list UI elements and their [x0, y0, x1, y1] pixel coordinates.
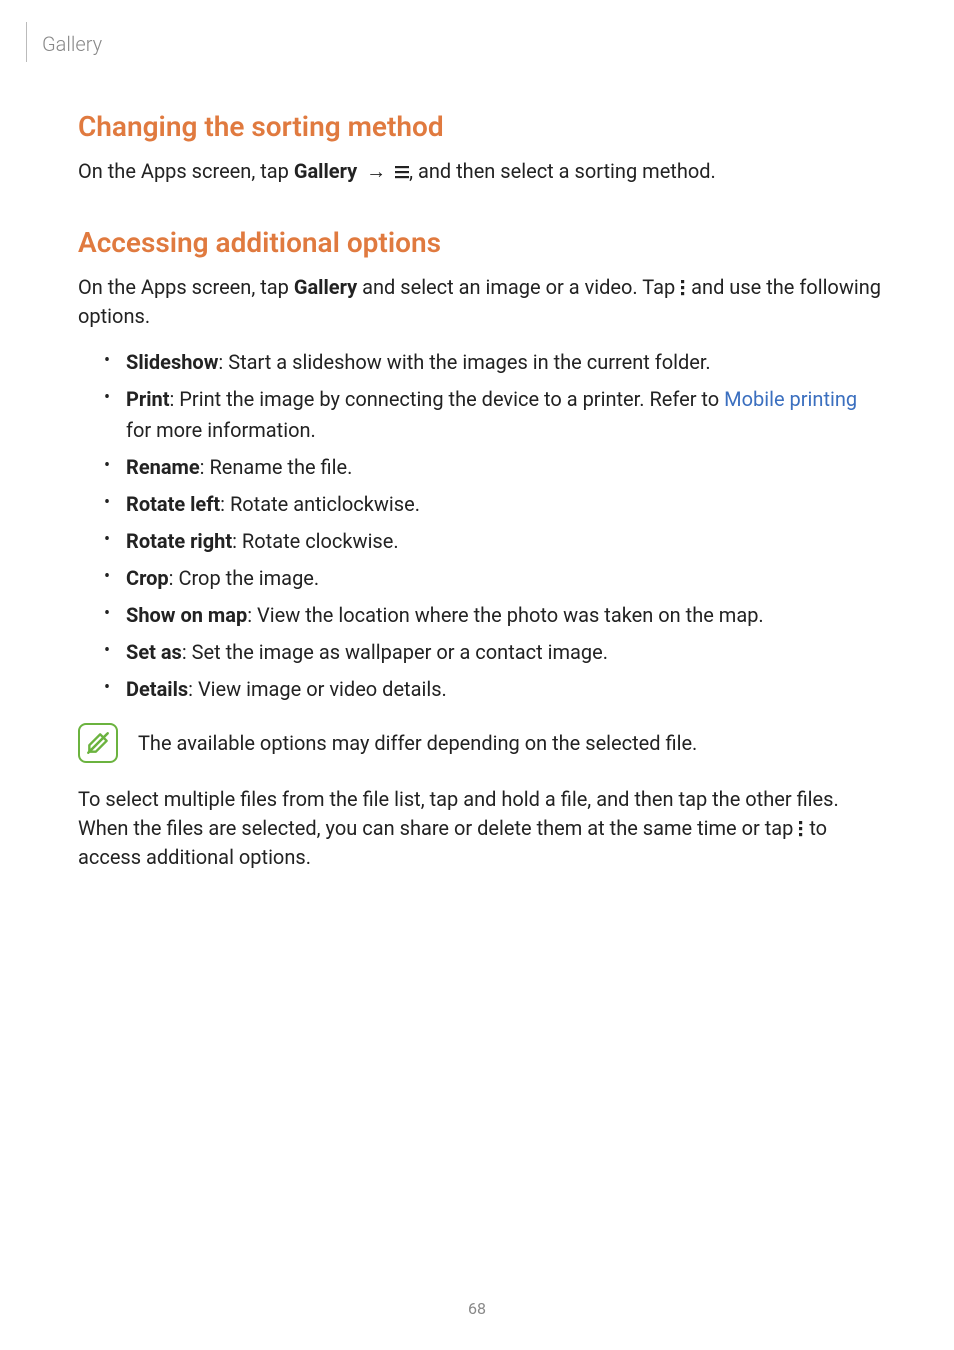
page-content: Gallery Changing the sorting method On t…	[0, 0, 954, 872]
term: Crop	[126, 566, 169, 590]
desc: for more information.	[126, 418, 316, 442]
section1-intro: On the Apps screen, tap Gallery → , and …	[78, 157, 884, 186]
term: Rotate left	[126, 492, 220, 516]
mobile-printing-link[interactable]: Mobile printing	[724, 387, 857, 411]
header-rule	[0, 22, 27, 62]
desc: : Crop the image.	[169, 566, 320, 590]
desc: : Print the image by connecting the devi…	[170, 387, 725, 411]
text: On the Apps screen, tap	[78, 159, 294, 183]
list-item: Rotate left: Rotate anticlockwise.	[104, 489, 884, 520]
note-icon	[78, 723, 118, 763]
options-list: Slideshow: Start a slideshow with the im…	[78, 347, 884, 705]
text: , and then select a sorting method.	[409, 159, 716, 183]
term: Rename	[126, 455, 200, 479]
gallery-label: Gallery	[294, 159, 357, 183]
term: Slideshow	[126, 350, 218, 374]
page-number: 68	[0, 1299, 954, 1318]
desc: : Rename the file.	[200, 455, 353, 479]
note-text: The available options may differ dependi…	[138, 723, 697, 758]
desc: : Rotate anticlockwise.	[220, 492, 420, 516]
gallery-label: Gallery	[294, 275, 357, 299]
desc: : Start a slideshow with the images in t…	[218, 350, 710, 374]
text: To select multiple files from the file l…	[78, 787, 839, 840]
term: Set as	[126, 640, 182, 664]
list-item: Set as: Set the image as wallpaper or a …	[104, 637, 884, 668]
list-item: Show on map: View the location where the…	[104, 600, 884, 631]
text: On the Apps screen, tap	[78, 275, 294, 299]
desc: : View image or video details.	[188, 677, 447, 701]
term: Details	[126, 677, 188, 701]
note-callout: The available options may differ dependi…	[78, 723, 884, 763]
list-item: Print: Print the image by connecting the…	[104, 384, 884, 446]
breadcrumb: Gallery	[42, 32, 884, 56]
section2-intro: On the Apps screen, tap Gallery and sele…	[78, 273, 884, 331]
list-item: Crop: Crop the image.	[104, 563, 884, 594]
menu-icon	[395, 165, 409, 179]
term: Print	[126, 387, 170, 411]
more-vert-icon	[798, 821, 804, 837]
desc: : View the location where the photo was …	[247, 603, 763, 627]
section-title-sorting: Changing the sorting method	[78, 110, 884, 143]
list-item: Details: View image or video details.	[104, 674, 884, 705]
desc: : Set the image as wallpaper or a contac…	[182, 640, 608, 664]
term: Show on map	[126, 603, 247, 627]
section2-closing: To select multiple files from the file l…	[78, 785, 884, 872]
more-vert-icon	[680, 280, 686, 296]
list-item: Rename: Rename the file.	[104, 452, 884, 483]
arrow-icon: →	[362, 157, 390, 186]
desc: : Rotate clockwise.	[232, 529, 399, 553]
term: Rotate right	[126, 529, 232, 553]
list-item: Rotate right: Rotate clockwise.	[104, 526, 884, 557]
section-title-options: Accessing additional options	[78, 226, 884, 259]
list-item: Slideshow: Start a slideshow with the im…	[104, 347, 884, 378]
text: and select an image or a video. Tap	[357, 275, 680, 299]
